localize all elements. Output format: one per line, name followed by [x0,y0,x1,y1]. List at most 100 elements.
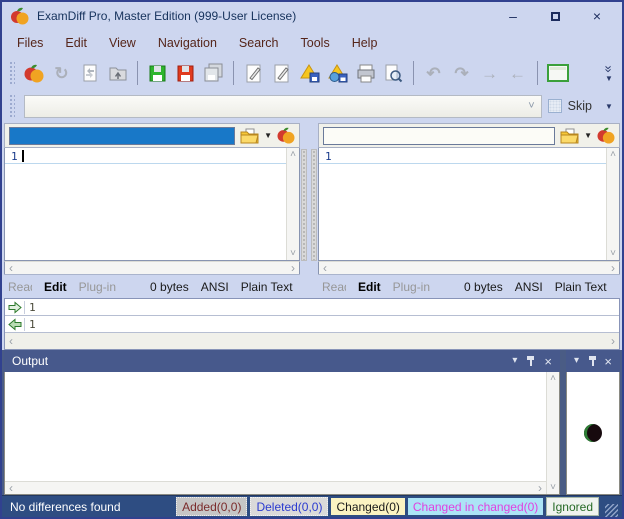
menu-item-navigation[interactable]: Navigation [147,33,228,53]
scroll-up-icon[interactable]: ˄ [550,373,556,384]
right-vertical-scrollbar[interactable]: ˄ ˅ [606,148,619,260]
menu-item-help[interactable]: Help [341,33,389,53]
combo-dropdown-icon[interactable]: ˅ [528,100,534,112]
right-browse-folder-icon[interactable] [560,128,579,144]
output-title: Output [12,354,503,368]
right-editor-wrap: 1 ˄ ˅ [318,148,620,261]
read-only-indicator: Read [322,280,346,294]
scroll-left-icon[interactable]: ‹ [9,334,13,348]
save-first-file-button[interactable] [145,60,170,86]
statistics-menu-dropdown-icon[interactable]: ▾ [574,356,579,366]
inspector-line-text: 1 [25,301,36,314]
scroll-right-icon[interactable]: › [611,261,615,275]
output-horizontal-scrollbar[interactable]: ‹ › [5,481,546,494]
print-button[interactable] [353,60,378,86]
toolbar-separator [413,61,414,85]
menu-item-files[interactable]: Files [6,33,54,53]
save-differences-button[interactable] [297,60,322,86]
right-file-combobox[interactable] [323,127,555,145]
scroll-up-icon[interactable]: ˄ [290,149,296,160]
edit-second-file-button[interactable] [269,60,294,86]
scroll-down-icon[interactable]: ˅ [550,482,556,493]
refresh-icon: ↻ [54,65,68,82]
plugin-indicator: Plug-in [393,280,430,294]
scroll-right-icon[interactable]: › [538,481,542,495]
skip-checkbox[interactable] [548,99,562,113]
edit-first-file-button[interactable] [241,60,266,86]
redo-button[interactable]: ↷ [449,60,474,86]
scroll-down-icon[interactable]: ˅ [290,248,296,259]
save-second-file-button[interactable] [173,60,198,86]
left-line-number: 1 [11,150,18,163]
scroll-right-icon[interactable]: › [291,261,295,275]
left-diff-map[interactable] [301,149,307,261]
title-bar: ExamDiff Pro, Master Edition (999-User L… [2,2,622,30]
left-compare-icon[interactable] [277,127,295,144]
compare-icon [24,64,44,83]
right-pane-statusbar: Read Edit Plug-in 0 bytes ANSI Plain Tex… [318,274,620,298]
refresh-button[interactable]: ↻ [49,60,74,86]
main-toolbar: ↻ [2,56,622,90]
close-button[interactable]: × [580,8,614,24]
window-resize-grip[interactable] [605,504,618,517]
output-content[interactable] [5,372,546,481]
menu-item-edit[interactable]: Edit [54,33,98,53]
options-bar-grip[interactable] [9,94,15,118]
menu-item-search[interactable]: Search [228,33,290,53]
right-editor[interactable]: 1 [319,148,606,260]
right-compare-icon[interactable] [597,127,615,144]
scroll-left-icon[interactable]: ‹ [323,261,327,275]
scroll-down-icon[interactable]: ˅ [610,248,616,259]
next-difference-button[interactable]: → [477,60,502,86]
left-browse-dropdown-icon[interactable]: ▼ [264,131,272,140]
compare-button[interactable] [21,60,46,86]
output-menu-dropdown-icon[interactable]: ▾ [512,356,517,366]
scroll-left-icon[interactable]: ‹ [9,481,13,495]
show-file-panes-icon [547,64,569,82]
publish-differences-button[interactable] [325,60,350,86]
show-file-panes-button[interactable] [545,60,570,86]
menu-item-view[interactable]: View [98,33,147,53]
inspector-row-first[interactable]: 1 [5,299,619,316]
next-difference-icon: → [481,65,498,82]
output-close-icon[interactable]: × [544,355,552,368]
print-preview-button[interactable] [381,60,406,86]
toolbar-options-arrow-icon: ▼ [605,74,613,83]
options-overflow[interactable]: ▼ [600,102,618,111]
menu-item-tools[interactable]: Tools [290,33,341,53]
swap-and-recompare-button[interactable] [77,60,102,86]
scroll-left-icon[interactable]: ‹ [9,261,13,275]
inspector-row-second[interactable]: 1 [5,316,619,333]
toolbar-separator [233,61,234,85]
right-browse-dropdown-icon[interactable]: ▼ [584,131,592,140]
left-horizontal-scrollbar[interactable]: ‹ › [4,261,300,274]
previous-difference-button[interactable]: ← [505,60,530,86]
statistics-pin-icon[interactable] [588,356,595,367]
statistics-header: ▾ × [566,350,620,372]
output-pin-icon[interactable] [526,356,535,367]
scroll-right-icon[interactable]: › [611,334,615,348]
save-both-files-button[interactable] [201,60,226,86]
encoding-indicator: ANSI [201,280,229,294]
left-editor[interactable]: 1 [5,148,286,260]
inspector-horizontal-scrollbar[interactable]: ‹ › [5,333,619,349]
left-file-combobox[interactable] [9,127,235,145]
left-browse-folder-icon[interactable] [240,128,259,144]
toolbar-overflow[interactable]: » ▼ [600,64,618,83]
right-horizontal-scrollbar[interactable]: ‹ › [318,261,620,274]
statistics-close-icon[interactable]: × [604,355,612,368]
maximize-button[interactable] [538,8,572,24]
toolbar-grip[interactable] [9,61,15,85]
output-vertical-scrollbar[interactable]: ˄ ˅ [546,372,559,494]
undo-button[interactable]: ↶ [421,60,446,86]
current-line-highlight [319,163,606,164]
right-diff-map[interactable] [311,149,317,261]
save-second-icon [176,64,195,83]
minimize-button[interactable]: – [496,8,530,24]
scroll-up-icon[interactable]: ˄ [610,149,616,160]
left-vertical-scrollbar[interactable]: ˄ ˅ [286,148,299,260]
open-files-button[interactable] [105,60,130,86]
read-only-indicator: Read [8,280,32,294]
file-mask-combobox[interactable]: ˅ [24,95,542,118]
redo-icon: ↷ [454,65,468,82]
